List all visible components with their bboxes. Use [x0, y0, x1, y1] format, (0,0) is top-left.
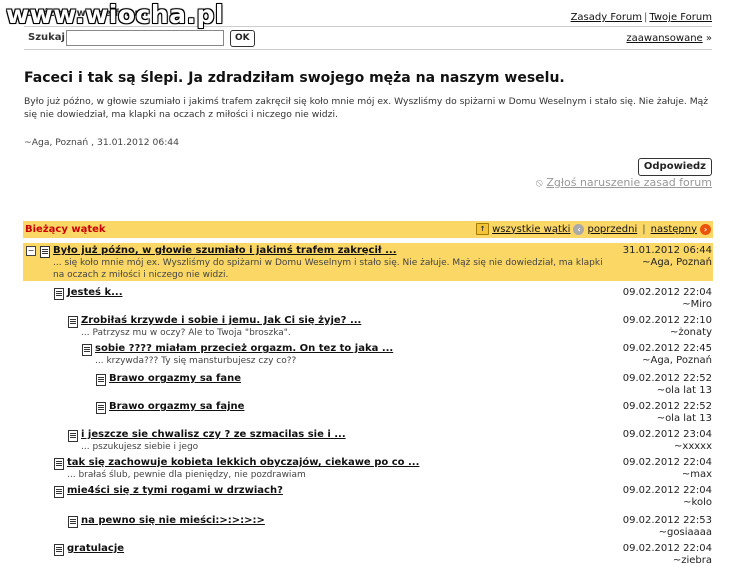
thread-row-date: 09.02.2012 22:04 — [622, 543, 712, 554]
search-label: Szukaj: — [28, 32, 69, 43]
thread-row-excerpt: ... się koło mnie mój ex. Wyszliśmy do s… — [53, 258, 603, 280]
all-threads-link[interactable]: wszystkie wątki — [492, 224, 570, 235]
thread-row-date: 09.02.2012 22:52 — [622, 401, 712, 412]
thread-row-excerpt: ... Patrzysz mu w oczy? Ale to Twoja "br… — [81, 328, 291, 338]
top-bar: Załóż prywatne forum www.wiocha.pl Szuka… — [0, 0, 750, 50]
post-icon — [54, 486, 64, 498]
thread-row: Brawo orgazmy sa fane 09.02.2012 22:52 ~ol… — [23, 371, 713, 399]
thread-row: tak się zachowuje kobieta lekkich obycza… — [23, 455, 713, 483]
watermark-logo: www.wiocha.pl — [6, 0, 224, 29]
collapse-toggle-icon[interactable]: − — [26, 246, 36, 256]
your-forum-link[interactable]: Twoje Forum — [649, 12, 712, 23]
thread-row-title[interactable]: Było już późno, w głowie szumiało i jaki… — [53, 245, 397, 256]
thread-row: − Było już późno, w głowie szumiało i jak… — [23, 243, 713, 281]
thread-row-author: ~Aga, Poznań — [642, 257, 712, 268]
thread-row-author: ~ola lat 13 — [656, 385, 712, 396]
separator: | — [642, 223, 646, 235]
thread-row-author: ~ola lat 13 — [656, 413, 712, 424]
thread-row-title[interactable]: Brawo orgazmy sa fane — [109, 373, 241, 384]
post-icon — [68, 430, 78, 442]
top-links: Zasady Forum | Twoje Forum — [571, 12, 712, 23]
report-abuse: ⦸ Zgłoś naruszenie zasad forum — [536, 176, 712, 190]
thread-row-title[interactable]: Jesteś k... — [67, 287, 123, 298]
thread-row-title[interactable]: sobie ???? miałam przecież orgazm. On te… — [95, 343, 393, 354]
reply-button[interactable]: Odpowiedz — [637, 158, 712, 176]
thread-row-title[interactable]: tak się zachowuje kobieta lekkich obycza… — [67, 457, 419, 468]
advanced-search-link[interactable]: zaawansowane — [626, 33, 702, 44]
divider — [24, 49, 712, 50]
thread-row-date: 09.02.2012 22:45 — [622, 343, 712, 354]
post-icon — [68, 316, 78, 328]
thread-row: sobie ???? miałam przecież orgazm. On te… — [23, 341, 713, 369]
search-ok-button[interactable]: OK — [230, 30, 255, 47]
post-icon — [68, 516, 78, 528]
thread-row-date: 09.02.2012 22:04 — [622, 287, 712, 298]
thread-row-date: 09.02.2012 22:53 — [622, 515, 712, 526]
thread-row-title[interactable]: na pewno się nie mieści:>:>:>:> — [81, 515, 265, 526]
thread-row-title[interactable]: gratulacje — [67, 543, 124, 554]
next-icon[interactable]: › — [700, 223, 711, 235]
thread-row-date: 31.01.2012 06:44 — [622, 245, 712, 256]
thread-row: Jesteś k... 09.02.2012 22:04 ~Miro — [23, 285, 713, 311]
thread-row-title[interactable]: i jeszcze sie chwalisz czy ? ze szmacila… — [81, 429, 346, 440]
separator: | — [644, 12, 648, 23]
post-icon — [54, 544, 64, 556]
rules-link[interactable]: Zasady Forum — [571, 12, 642, 23]
thread-row-author: ~Aga, Poznań — [642, 355, 712, 366]
thread-row-author: ~Miro — [682, 299, 712, 310]
thread-row: Brawo orgazmy sa fajne 09.02.2012 22:52 ~o… — [23, 399, 713, 427]
thread-row-excerpt: ... brałaś ślub, pewnie dla pieniędzy, n… — [67, 470, 306, 480]
thread-row-author: ~gosiaaaa — [658, 527, 712, 538]
post-icon — [40, 246, 50, 258]
thread-row-author: ~kolo — [683, 497, 712, 508]
post-icon — [54, 288, 64, 300]
post-icon — [96, 374, 106, 386]
thread-row: na pewno się nie mieści:>:>:>:> 09.02.201… — [23, 513, 713, 541]
previous-icon[interactable]: ‹ — [573, 223, 585, 235]
all-threads-icon[interactable]: ↑ — [476, 223, 490, 235]
thread-row-excerpt: ... krzywda??? Ty się mansturbujesz czy … — [95, 356, 297, 366]
thread-row-date: 09.02.2012 22:04 — [622, 457, 712, 468]
thread-row-date: 09.02.2012 22:04 — [622, 485, 712, 496]
thread-row-date: 09.02.2012 23:04 — [622, 429, 712, 440]
post-author: ~Aga, Poznań , 31.01.2012 06:44 — [24, 137, 179, 148]
post-title: Faceci i tak są ślepi. Ja zdradziłam swo… — [24, 70, 565, 86]
report-abuse-link[interactable]: Zgłoś naruszenie zasad forum — [546, 176, 712, 189]
thread-row-author: ~xxxxx — [674, 441, 712, 452]
thread-row-author: ~max — [681, 469, 712, 480]
report-icon: ⦸ — [535, 176, 543, 189]
thread-row-title[interactable]: mie4ści się z tymi rogami w drzwiach? — [67, 485, 283, 496]
thread-row-date: 09.02.2012 22:10 — [622, 315, 712, 326]
thread-row: Zrobiłaś krzywde i sobie i jemu. Jak Ci … — [23, 313, 713, 339]
thread-label: Bieżący wątek — [25, 224, 106, 235]
thread-row: i jeszcze sie chwalisz czy ? ze szmacila… — [23, 427, 713, 455]
thread-row-author: ~żonaty — [669, 327, 712, 338]
post-icon — [96, 402, 106, 414]
post-icon — [54, 458, 64, 470]
thread-row: gratulacje 09.02.2012 22:04 ~ziebra — [23, 541, 713, 566]
post-icon — [82, 344, 92, 356]
advanced-search: zaawansowane » — [626, 33, 712, 44]
previous-link[interactable]: poprzedni — [587, 224, 637, 235]
thread-bar: Bieżący wątek ↑ wszystkie wątki ‹ poprze… — [23, 221, 713, 238]
post-body: Było już późno, w głowie szumiało i jaki… — [24, 96, 709, 120]
thread-row: mie4ści się z tymi rogami w drzwiach? 09.… — [23, 483, 713, 513]
thread-nav: ↑ wszystkie wątki ‹ poprzedni | następny… — [476, 223, 711, 235]
search-input[interactable] — [66, 30, 224, 46]
next-link[interactable]: następny — [651, 224, 697, 235]
thread-row-title[interactable]: Brawo orgazmy sa fajne — [109, 401, 244, 412]
thread-row-title[interactable]: Zrobiłaś krzywde i sobie i jemu. Jak Ci … — [81, 315, 361, 326]
advanced-arrow: » — [705, 33, 712, 44]
thread-row-excerpt: ... pszukujesz siebie i jego — [81, 442, 199, 452]
thread-row-date: 09.02.2012 22:52 — [622, 373, 712, 384]
